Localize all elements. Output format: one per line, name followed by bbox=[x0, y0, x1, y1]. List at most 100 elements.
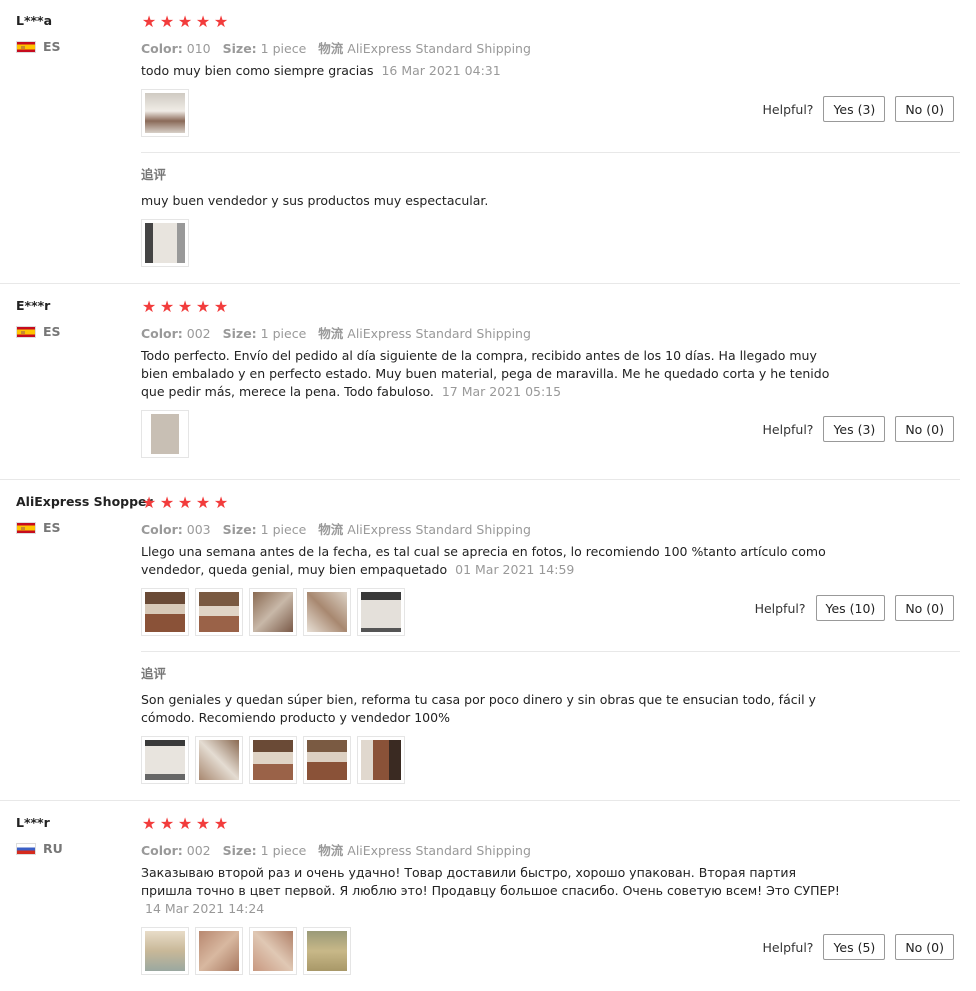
review-meta: Color: 002 Size: 1 piece 物流 AliExpress Sta… bbox=[141, 843, 531, 858]
helpful-no-button[interactable]: No (0) bbox=[895, 416, 954, 442]
review-photos bbox=[141, 588, 405, 636]
review-photo[interactable] bbox=[141, 410, 189, 458]
review-text: Заказываю второй раз и очень удачно! Тов… bbox=[141, 865, 840, 916]
helpful-vote: Helpful? Yes (10) No (0) bbox=[755, 595, 954, 621]
spain-flag-icon bbox=[16, 325, 36, 338]
country-code: ES bbox=[43, 520, 61, 535]
star-icon: ★ bbox=[213, 493, 229, 512]
rating-stars: ★ ★ ★ ★ ★ bbox=[141, 495, 229, 511]
review-photo[interactable] bbox=[249, 588, 297, 636]
star-icon: ★ bbox=[141, 493, 157, 512]
helpful-no-button[interactable]: No (0) bbox=[895, 595, 954, 621]
review-photo[interactable] bbox=[141, 927, 189, 975]
reviewer-country: RU bbox=[16, 841, 63, 856]
star-icon: ★ bbox=[159, 12, 175, 31]
review-photo[interactable] bbox=[249, 927, 297, 975]
star-icon: ★ bbox=[141, 814, 157, 833]
helpful-yes-button[interactable]: Yes (3) bbox=[823, 96, 886, 122]
russia-flag-icon bbox=[16, 842, 36, 855]
spain-flag-icon bbox=[16, 521, 36, 534]
star-icon: ★ bbox=[195, 12, 211, 31]
helpful-vote: Helpful? Yes (3) No (0) bbox=[763, 96, 954, 122]
reviewer-name: L***r bbox=[16, 815, 50, 830]
helpful-vote: Helpful? Yes (5) No (0) bbox=[763, 934, 954, 960]
follow-up-text: Son geniales y quedan súper bien, reform… bbox=[141, 692, 816, 725]
star-icon: ★ bbox=[213, 814, 229, 833]
star-icon: ★ bbox=[195, 297, 211, 316]
follow-up-label: 追评 bbox=[141, 666, 167, 681]
review-photo[interactable] bbox=[141, 89, 189, 137]
review-photo[interactable] bbox=[303, 736, 351, 784]
review-meta: Color: 002 Size: 1 piece 物流 AliExpress Sta… bbox=[141, 326, 531, 341]
country-code: ES bbox=[43, 324, 61, 339]
review-text: Llego una semana antes de la fecha, es t… bbox=[141, 544, 826, 577]
helpful-vote: Helpful? Yes (3) No (0) bbox=[763, 416, 954, 442]
star-icon: ★ bbox=[141, 12, 157, 31]
helpful-yes-button[interactable]: Yes (3) bbox=[823, 416, 886, 442]
star-icon: ★ bbox=[177, 814, 193, 833]
review-date: 16 Mar 2021 04:31 bbox=[381, 63, 501, 78]
reviewer-country: ES bbox=[16, 520, 61, 535]
helpful-label: Helpful? bbox=[762, 421, 814, 437]
reviewer-name: L***a bbox=[16, 13, 53, 28]
star-icon: ★ bbox=[195, 814, 211, 833]
reviewer-country: ES bbox=[16, 324, 61, 339]
review-photo[interactable] bbox=[195, 588, 243, 636]
helpful-no-button[interactable]: No (0) bbox=[895, 96, 954, 122]
star-icon: ★ bbox=[177, 493, 193, 512]
reviewer-name: AliExpress Shopper bbox=[16, 494, 153, 509]
review-photo[interactable] bbox=[141, 736, 189, 784]
review-date: 01 Mar 2021 14:59 bbox=[455, 562, 575, 577]
divider bbox=[141, 651, 960, 652]
review-photo[interactable] bbox=[249, 736, 297, 784]
review-photos bbox=[141, 927, 351, 975]
review-photos bbox=[141, 89, 189, 137]
follow-up-label: 追评 bbox=[141, 167, 167, 182]
review-photo[interactable] bbox=[195, 736, 243, 784]
reviewer-country: ES bbox=[16, 39, 61, 54]
review-photo[interactable] bbox=[195, 927, 243, 975]
rating-stars: ★ ★ ★ ★ ★ bbox=[141, 299, 229, 315]
rating-stars: ★ ★ ★ ★ ★ bbox=[141, 816, 229, 832]
reviewer-name: E***r bbox=[16, 298, 51, 313]
review-photos bbox=[141, 410, 189, 458]
country-code: ES bbox=[43, 39, 61, 54]
divider bbox=[0, 800, 960, 801]
divider bbox=[0, 479, 960, 480]
country-code: RU bbox=[43, 841, 63, 856]
star-icon: ★ bbox=[177, 297, 193, 316]
review-photo[interactable] bbox=[357, 588, 405, 636]
star-icon: ★ bbox=[213, 12, 229, 31]
helpful-label: Helpful? bbox=[762, 939, 814, 955]
review-text: Todo perfecto. Envío del pedido al día s… bbox=[141, 348, 830, 399]
review-photo[interactable] bbox=[141, 588, 189, 636]
star-icon: ★ bbox=[141, 297, 157, 316]
follow-up-photos bbox=[141, 219, 189, 267]
star-icon: ★ bbox=[195, 493, 211, 512]
star-icon: ★ bbox=[159, 493, 175, 512]
helpful-no-button[interactable]: No (0) bbox=[895, 934, 954, 960]
star-icon: ★ bbox=[159, 814, 175, 833]
review-date: 17 Mar 2021 05:15 bbox=[441, 384, 562, 399]
helpful-label: Helpful? bbox=[762, 101, 814, 117]
review-text: todo muy bien como siempre gracias 16 Ma… bbox=[141, 63, 501, 78]
follow-up-text: muy buen vendedor y sus productos muy es… bbox=[141, 193, 489, 208]
review-photo[interactable] bbox=[141, 219, 189, 267]
review-photo[interactable] bbox=[303, 588, 351, 636]
helpful-label: Helpful? bbox=[754, 600, 806, 616]
spain-flag-icon bbox=[16, 40, 36, 53]
helpful-yes-button[interactable]: Yes (5) bbox=[823, 934, 886, 960]
helpful-yes-button[interactable]: Yes (10) bbox=[815, 595, 886, 621]
divider bbox=[141, 152, 960, 153]
rating-stars: ★ ★ ★ ★ ★ bbox=[141, 14, 229, 30]
review-photo[interactable] bbox=[357, 736, 405, 784]
star-icon: ★ bbox=[213, 297, 229, 316]
star-icon: ★ bbox=[177, 12, 193, 31]
review-meta: Color: 003 Size: 1 piece 物流 AliExpress Sta… bbox=[141, 522, 531, 537]
review-meta: Color: 010 Size: 1 piece 物流 AliExpress Sta… bbox=[141, 41, 531, 56]
follow-up-photos bbox=[141, 736, 405, 784]
review-date: 14 Mar 2021 14:24 bbox=[145, 901, 265, 916]
star-icon: ★ bbox=[159, 297, 175, 316]
divider bbox=[0, 283, 960, 284]
review-photo[interactable] bbox=[303, 927, 351, 975]
